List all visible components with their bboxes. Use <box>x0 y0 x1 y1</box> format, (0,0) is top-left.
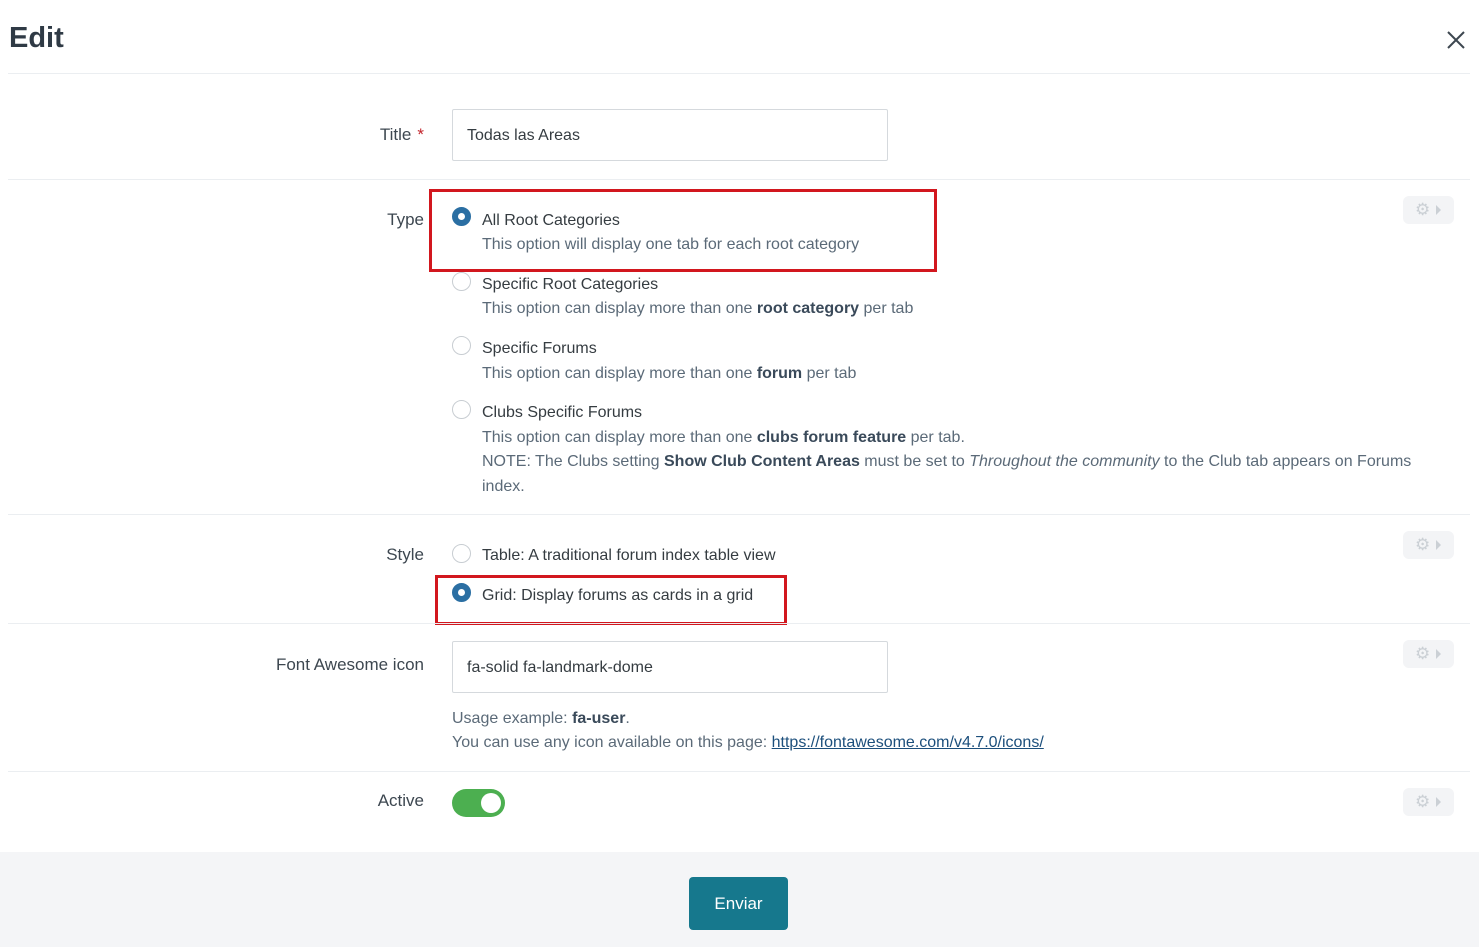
caret-right-icon <box>1436 540 1441 550</box>
settings-toggle-active[interactable]: ⚙ <box>1403 788 1454 816</box>
required-mark: * <box>417 125 424 144</box>
option-note: NOTE: The Clubs setting Show Club Conten… <box>482 453 1412 470</box>
type-label: Type <box>387 210 424 229</box>
settings-toggle-icon[interactable]: ⚙ <box>1403 640 1454 668</box>
option-label: Specific Forums <box>482 340 597 357</box>
close-icon[interactable] <box>1444 28 1468 52</box>
settings-toggle-type[interactable]: ⚙ <box>1403 196 1454 224</box>
divider <box>8 771 1470 772</box>
page-title: Edit <box>9 22 64 54</box>
icon-label: Font Awesome icon <box>275 655 424 674</box>
radio-clubs-specific-forums[interactable] <box>452 400 471 419</box>
submit-button[interactable]: Enviar <box>689 877 788 930</box>
option-label: Table: A traditional forum index table v… <box>482 547 776 564</box>
highlight-box <box>429 189 937 272</box>
title-input[interactable]: Todas las Areas <box>452 109 888 161</box>
caret-right-icon <box>1436 205 1441 215</box>
radio-specific-root-categories[interactable] <box>452 272 471 291</box>
icon-help-text-2: You can use any icon available on this p… <box>452 734 1044 751</box>
gear-icon: ⚙ <box>1415 535 1431 554</box>
caret-right-icon <box>1436 649 1441 659</box>
option-description: This option can display more than one cl… <box>482 429 965 446</box>
toggle-knob <box>481 793 501 813</box>
option-label: Specific Root Categories <box>482 276 659 293</box>
option-note-continued: index. <box>482 478 525 495</box>
option-label: Clubs Specific Forums <box>482 404 643 421</box>
divider <box>8 179 1470 180</box>
radio-style-table[interactable] <box>452 544 471 563</box>
divider <box>8 623 1470 624</box>
icon-input[interactable]: fa-solid fa-landmark-dome <box>452 641 888 693</box>
active-label: Active <box>377 791 424 810</box>
divider <box>8 514 1470 515</box>
radio-specific-forums[interactable] <box>452 336 471 355</box>
option-description: This option can display more than one ro… <box>482 300 914 317</box>
highlight-box <box>435 575 787 625</box>
gear-icon: ⚙ <box>1415 644 1431 663</box>
icon-help-text: Usage example: fa-user. <box>452 710 630 727</box>
active-toggle[interactable] <box>452 789 505 817</box>
style-label: Style <box>386 545 424 564</box>
fontawesome-link[interactable]: https://fontawesome.com/v4.7.0/icons/ <box>772 734 1044 751</box>
gear-icon: ⚙ <box>1415 200 1431 219</box>
gear-icon: ⚙ <box>1415 792 1431 811</box>
settings-toggle-style[interactable]: ⚙ <box>1403 531 1454 559</box>
title-label: Title * <box>379 125 424 144</box>
caret-right-icon <box>1436 797 1441 807</box>
divider <box>8 73 1470 74</box>
option-description: This option can display more than one fo… <box>482 365 857 382</box>
